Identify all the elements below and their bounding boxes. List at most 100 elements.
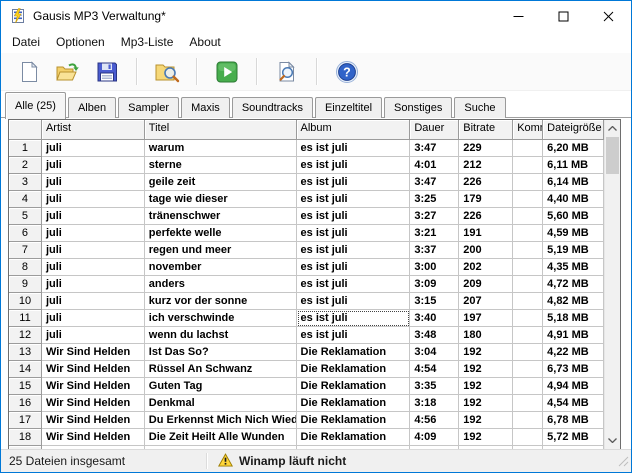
row-number-cell[interactable]: 4 — [9, 191, 42, 208]
cell-artist[interactable]: juli — [42, 157, 145, 174]
cell-dauer[interactable]: 3:37 — [410, 242, 459, 259]
cell-album[interactable]: es ist juli — [297, 157, 411, 174]
cell-album[interactable]: es ist juli — [297, 276, 411, 293]
cell-titel[interactable]: regen und meer — [145, 242, 297, 259]
row-number-cell[interactable]: 15 — [9, 378, 42, 395]
cell-komm[interactable] — [513, 259, 543, 276]
cell-artist[interactable]: juli — [42, 191, 145, 208]
cell-titel[interactable]: sterne — [145, 157, 297, 174]
cell-artist[interactable]: juli — [42, 140, 145, 157]
cell-komm[interactable] — [513, 395, 543, 412]
cell-dauer[interactable]: 3:09 — [410, 276, 459, 293]
cell-groesse[interactable]: 4,22 MB — [543, 344, 604, 361]
cell-dauer[interactable]: 3:15 — [410, 293, 459, 310]
cell-groesse[interactable]: 6,20 MB — [543, 140, 604, 157]
cell-dauer[interactable]: 4:56 — [410, 412, 459, 429]
cell-bitrate[interactable]: 202 — [459, 259, 513, 276]
cell-titel[interactable]: tränenschwer — [145, 208, 297, 225]
cell-groesse[interactable]: 6,73 MB — [543, 361, 604, 378]
cell-album[interactable]: Die Reklamation — [297, 412, 411, 429]
cell-bitrate[interactable]: 229 — [459, 140, 513, 157]
cell-komm[interactable] — [513, 412, 543, 429]
cell-titel[interactable]: Ist Das So? — [145, 344, 297, 361]
maximize-button[interactable] — [541, 1, 586, 31]
cell-artist[interactable]: Wir Sind Helden — [42, 412, 145, 429]
cell-titel[interactable]: warum — [145, 140, 297, 157]
cell-titel[interactable]: Du Erkennst Mich Nich Wieder — [145, 412, 297, 429]
minimize-button[interactable] — [496, 1, 541, 31]
cell-groesse[interactable]: 4,40 MB — [543, 191, 604, 208]
cell-groesse[interactable]: 4,72 MB — [543, 276, 604, 293]
menu-item-mp3-liste[interactable]: Mp3-Liste — [113, 32, 182, 52]
cell-groesse[interactable]: 4,94 MB — [543, 378, 604, 395]
row-number-cell[interactable]: 2 — [9, 157, 42, 174]
row-number-cell[interactable]: 1 — [9, 140, 42, 157]
cell-titel[interactable]: anders — [145, 276, 297, 293]
cell-groesse[interactable]: 5,19 MB — [543, 242, 604, 259]
tab-suche[interactable]: Suche — [454, 97, 505, 118]
cell-album[interactable]: es ist juli — [297, 242, 411, 259]
cell-artist[interactable]: Wir Sind Helden — [42, 395, 145, 412]
cell-album[interactable]: es ist juli — [297, 174, 411, 191]
cell-artist[interactable]: juli — [42, 276, 145, 293]
row-number-cell[interactable]: 3 — [9, 174, 42, 191]
cell-artist[interactable]: Wir Sind Helden — [42, 429, 145, 446]
cell-komm[interactable] — [513, 361, 543, 378]
row-number-cell[interactable]: 10 — [9, 293, 42, 310]
menu-item-datei[interactable]: Datei — [4, 32, 48, 52]
cell-groesse[interactable]: 4,35 MB — [543, 259, 604, 276]
cell-album[interactable]: es ist juli — [297, 327, 411, 344]
cell-album[interactable]: Die Reklamation — [297, 395, 411, 412]
cell-album[interactable]: es ist juli — [297, 140, 411, 157]
vertical-scrollbar[interactable] — [604, 120, 620, 449]
cell-komm[interactable] — [513, 174, 543, 191]
cell-artist[interactable]: juli — [42, 174, 145, 191]
cell-groesse[interactable]: 6,78 MB — [543, 412, 604, 429]
cell-album[interactable]: es ist juli — [297, 191, 411, 208]
cell-komm[interactable] — [513, 327, 543, 344]
menu-item-about[interactable]: About — [181, 32, 228, 52]
cell-artist[interactable]: juli — [42, 208, 145, 225]
cell-dauer[interactable]: 3:47 — [410, 174, 459, 191]
cell-dauer[interactable]: 3:27 — [410, 208, 459, 225]
row-number-cell[interactable]: 16 — [9, 395, 42, 412]
cell-bitrate[interactable]: 192 — [459, 395, 513, 412]
cell-bitrate[interactable]: 192 — [459, 412, 513, 429]
cell-artist[interactable]: juli — [42, 242, 145, 259]
row-number-cell[interactable]: 8 — [9, 259, 42, 276]
cell-groesse[interactable]: 6,14 MB — [543, 174, 604, 191]
row-number-cell[interactable]: 6 — [9, 225, 42, 242]
tab-maxis[interactable]: Maxis — [181, 97, 230, 118]
cell-komm[interactable] — [513, 378, 543, 395]
cell-komm[interactable] — [513, 157, 543, 174]
cell-artist[interactable]: juli — [42, 225, 145, 242]
cell-titel[interactable]: Guten Tag — [145, 378, 297, 395]
tab-einzeltitel[interactable]: Einzeltitel — [315, 97, 382, 118]
cell-artist[interactable]: Wir Sind Helden — [42, 344, 145, 361]
cell-album[interactable]: es ist juli — [297, 310, 411, 327]
cell-bitrate[interactable]: 192 — [459, 378, 513, 395]
cell-komm[interactable] — [513, 225, 543, 242]
scroll-down-button[interactable] — [605, 432, 620, 449]
cell-dauer[interactable]: 3:00 — [410, 259, 459, 276]
menu-item-optionen[interactable]: Optionen — [48, 32, 113, 52]
cell-titel[interactable]: geile zeit — [145, 174, 297, 191]
row-number-cell[interactable]: 5 — [9, 208, 42, 225]
cell-dauer[interactable]: 3:25 — [410, 191, 459, 208]
cell-groesse[interactable]: 4,91 MB — [543, 327, 604, 344]
cell-titel[interactable]: november — [145, 259, 297, 276]
cell-komm[interactable] — [513, 429, 543, 446]
tab-alle-25[interactable]: Alle (25) — [5, 92, 66, 119]
cell-groesse[interactable]: 4,82 MB — [543, 293, 604, 310]
cell-dauer[interactable]: 3:40 — [410, 310, 459, 327]
cell-album[interactable]: Die Reklamation — [297, 378, 411, 395]
row-number-cell[interactable]: 11 — [9, 310, 42, 327]
cell-komm[interactable] — [513, 140, 543, 157]
cell-bitrate[interactable]: 192 — [459, 361, 513, 378]
cell-titel[interactable]: Denkmal — [145, 395, 297, 412]
cell-dauer[interactable]: 3:21 — [410, 225, 459, 242]
help-button[interactable]: ? — [332, 57, 362, 87]
cell-titel[interactable]: kurz vor der sonne — [145, 293, 297, 310]
cell-bitrate[interactable]: 207 — [459, 293, 513, 310]
cell-dauer[interactable]: 3:18 — [410, 395, 459, 412]
